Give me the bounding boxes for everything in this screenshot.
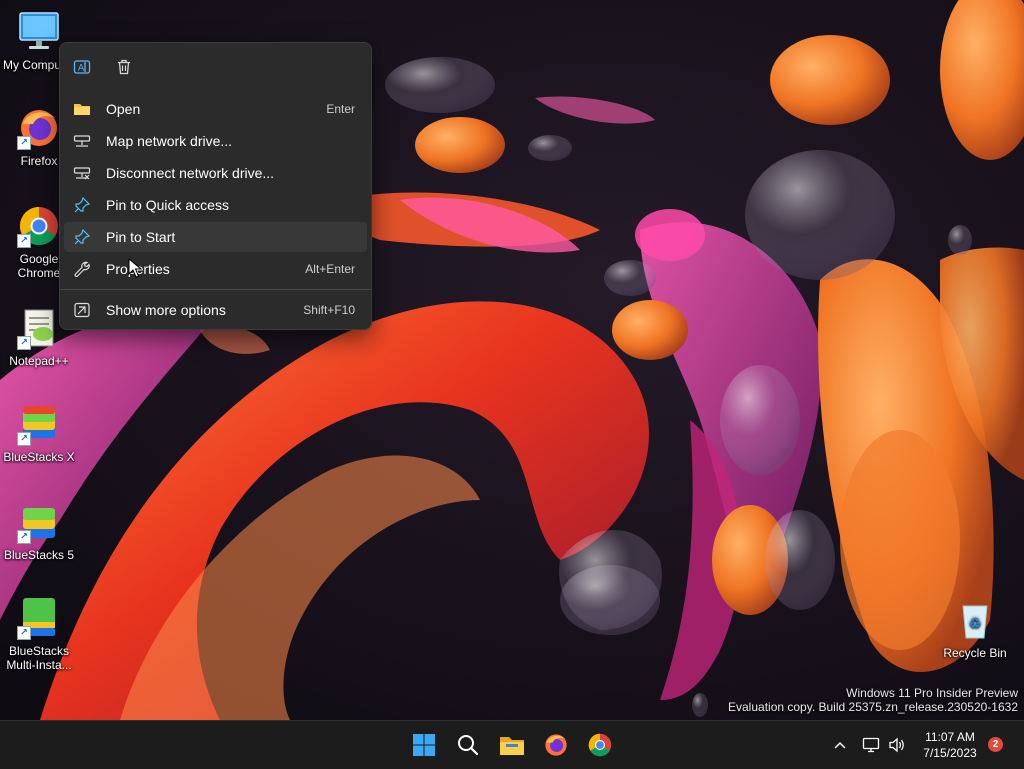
- shortcut-arrow-icon: ↗: [17, 136, 31, 150]
- bluestacks-multi-icon: ↗: [17, 596, 61, 640]
- desktop-icon-bluestacks-x[interactable]: ↗ BlueStacks X: [1, 402, 77, 464]
- menu-item-label: Map network drive...: [106, 133, 233, 149]
- context-menu-quick-actions: A: [60, 43, 371, 91]
- shortcut-arrow-icon: ↗: [17, 432, 31, 446]
- context-menu: A Open Enter Map network drive... Discon…: [59, 42, 372, 330]
- delete-icon: [118, 59, 130, 75]
- clock-date: 7/15/2023: [923, 746, 977, 760]
- desktop-icon-label: Google Chrome: [17, 252, 61, 280]
- more-options-icon: [72, 300, 92, 320]
- watermark-line-1: Windows 11 Pro Insider Preview: [846, 686, 1018, 700]
- network-volume-button[interactable]: [862, 737, 906, 753]
- network-drive-icon: [72, 131, 92, 151]
- desktop-icon-label: BlueStacks X: [3, 450, 75, 464]
- menu-item-pin-to-start[interactable]: Pin to Start: [64, 222, 367, 252]
- taskbar-file-explorer-button[interactable]: [494, 727, 530, 763]
- desktop-icon-bluestacks-5[interactable]: ↗ BlueStacks 5: [1, 500, 77, 562]
- menu-item-label: Pin to Start: [106, 229, 176, 245]
- desktop-icon-label: Recycle Bin: [943, 646, 1007, 660]
- delete-button[interactable]: [112, 55, 136, 79]
- taskbar-start-button[interactable]: [406, 727, 442, 763]
- chrome-icon: ↗: [17, 204, 61, 248]
- menu-item-disconnect-network-drive[interactable]: Disconnect network drive...: [64, 158, 367, 188]
- bluestacks-x-icon: ↗: [17, 402, 61, 446]
- os-watermark: Windows 11 Pro Insider Preview Evaluatio…: [728, 686, 1018, 714]
- wrench-icon: [72, 259, 92, 279]
- desktop-icon-bluestacks-multi[interactable]: ↗ BlueStacks Multi-Insta...: [1, 596, 77, 672]
- taskbar: 11:07 AM 7/15/2023: [0, 720, 1024, 769]
- start-icon: [413, 734, 435, 756]
- desktop-icon-label: Firefox: [20, 154, 58, 168]
- search-icon: [458, 735, 479, 756]
- shortcut-arrow-icon: ↗: [17, 530, 31, 544]
- shortcut-arrow-icon: ↗: [17, 336, 31, 350]
- recycle-bin-icon: ♻: [953, 598, 997, 642]
- firefox-icon: ↗: [17, 106, 61, 150]
- mouse-cursor-icon: [128, 258, 142, 278]
- taskbar-firefox-button[interactable]: [538, 727, 574, 763]
- menu-item-pin-quick-access[interactable]: Pin to Quick access: [64, 190, 367, 220]
- menu-item-open[interactable]: Open Enter: [64, 94, 367, 124]
- taskbar-search-button[interactable]: [450, 727, 486, 763]
- taskbar-chrome-button[interactable]: [582, 727, 618, 763]
- watermark-line-2: Evaluation copy. Build 25375.zn_release.…: [728, 700, 1018, 714]
- menu-item-label: Pin to Quick access: [106, 197, 229, 213]
- chrome-icon: [588, 733, 612, 757]
- notification-badge[interactable]: 2: [988, 737, 1003, 752]
- svg-text:♻: ♻: [969, 616, 982, 632]
- menu-item-label: Show more options: [106, 302, 226, 318]
- menu-item-map-network-drive[interactable]: Map network drive...: [64, 126, 367, 156]
- volume-icon: [889, 737, 904, 753]
- pin-icon: [72, 227, 92, 247]
- desktop-icon-label: BlueStacks 5: [3, 548, 75, 562]
- menu-item-shortcut: Alt+Enter: [305, 262, 355, 276]
- rename-icon: A: [73, 60, 91, 74]
- desktop-icon-label: BlueStacks Multi-Insta...: [6, 644, 72, 672]
- menu-item-shortcut: Enter: [326, 102, 355, 116]
- notepadpp-icon: ↗: [17, 306, 61, 350]
- svg-text:A: A: [78, 64, 85, 74]
- network-icon: [862, 737, 880, 753]
- show-hidden-icons-button[interactable]: [830, 721, 850, 769]
- rename-button[interactable]: A: [70, 55, 94, 79]
- file-explorer-icon: [500, 737, 524, 755]
- menu-item-label: Open: [106, 101, 141, 117]
- menu-item-properties[interactable]: Properties Alt+Enter: [64, 254, 367, 284]
- menu-item-label: Disconnect network drive...: [106, 165, 275, 181]
- bluestacks-5-icon: ↗: [17, 500, 61, 544]
- menu-item-shortcut: Shift+F10: [303, 303, 355, 317]
- chevron-up-icon: [834, 741, 846, 749]
- menu-item-show-more-options[interactable]: Show more options Shift+F10: [64, 295, 367, 325]
- firefox-icon: [545, 734, 567, 756]
- clock-time: 11:07 AM: [925, 730, 975, 744]
- taskbar-clock[interactable]: 11:07 AM 7/15/2023: [912, 729, 988, 761]
- menu-separator: [60, 289, 371, 290]
- shortcut-arrow-icon: ↗: [17, 626, 31, 640]
- system-tray: [830, 721, 906, 769]
- desktop-icon-recycle-bin[interactable]: ♻ Recycle Bin: [937, 598, 1013, 660]
- monitor-icon: [17, 10, 61, 54]
- folder-icon: [72, 99, 92, 119]
- pin-icon: [72, 195, 92, 215]
- shortcut-arrow-icon: ↗: [17, 234, 31, 248]
- desktop-icon-label: Notepad++: [9, 354, 69, 368]
- disconnect-drive-icon: [72, 163, 92, 183]
